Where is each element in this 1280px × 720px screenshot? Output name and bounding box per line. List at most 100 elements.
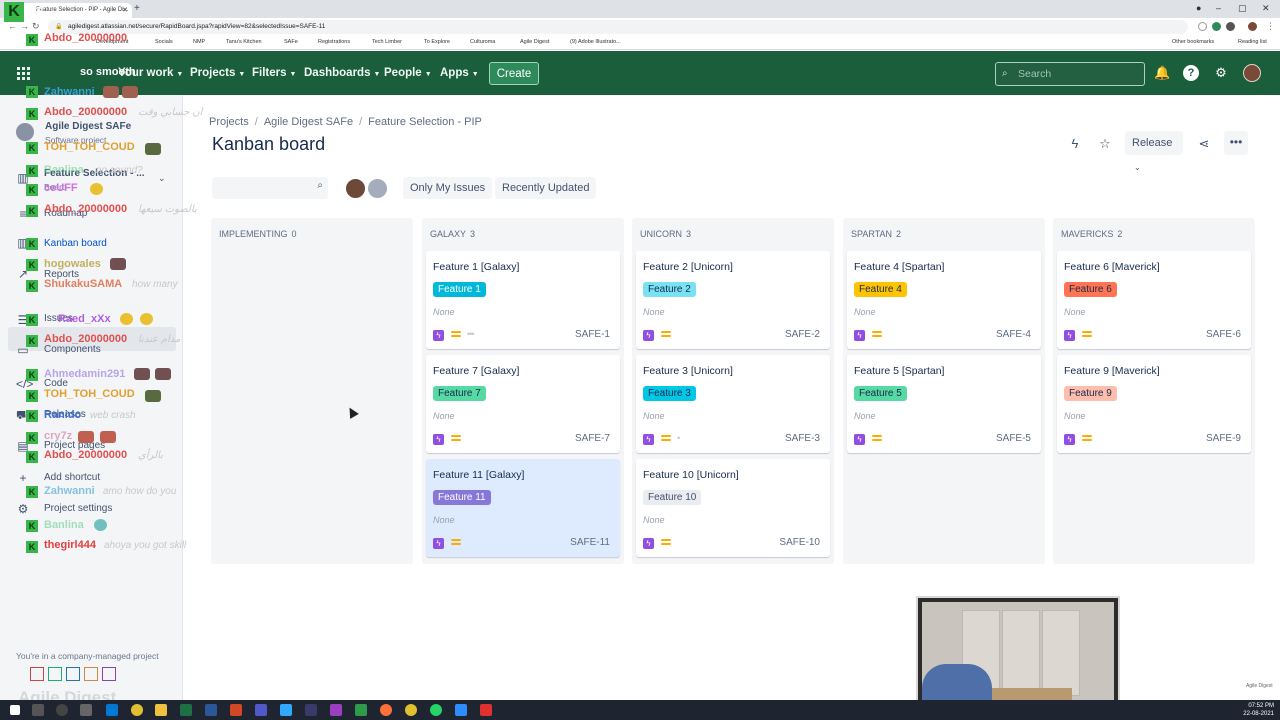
app-icon[interactable] — [480, 704, 492, 716]
bookmark[interactable]: Reading list — [1238, 39, 1267, 45]
zoom-icon[interactable] — [455, 704, 467, 716]
board-search-input[interactable]: ⌕ — [212, 177, 328, 199]
back-icon[interactable]: ← — [8, 21, 17, 31]
create-button[interactable]: Create — [489, 62, 539, 85]
sidebar-item-add-shortcut[interactable]: Add shortcut — [44, 472, 100, 483]
bookmark[interactable]: Socials — [155, 39, 173, 45]
notifications-icon[interactable]: 🔔 — [1154, 65, 1170, 81]
forward-icon[interactable]: → — [20, 21, 29, 31]
cortana-icon[interactable] — [56, 704, 68, 716]
breadcrumb-item[interactable]: Agile Digest SAFe — [264, 116, 353, 128]
app-icon[interactable] — [355, 704, 367, 716]
sidebar-item-kanban-board[interactable]: Kanban board — [44, 238, 107, 249]
bookmark[interactable]: Tanu's Kitchen — [226, 39, 262, 45]
issue-card[interactable]: Feature 11 [Galaxy] Feature 11 None ϟ SAFE-1… — [426, 459, 620, 557]
issue-key: SAFE-4 — [995, 329, 1031, 340]
bookmark[interactable]: NMP — [193, 39, 205, 45]
star-icon[interactable]: ☆ — [1097, 136, 1113, 152]
reload-icon[interactable]: ↻ — [32, 21, 40, 32]
maximize-icon[interactable]: ▢ — [1238, 3, 1247, 14]
address-bar[interactable]: 🔒 agiledigest.atlassian.net/secure/Rapid… — [48, 20, 1188, 34]
nav-people[interactable]: People ▼ — [384, 67, 432, 79]
start-icon[interactable] — [10, 705, 20, 715]
issue-card[interactable]: Feature 7 [Galaxy] Feature 7 None ϟ SAFE-7 — [426, 355, 620, 453]
photoshop-icon[interactable] — [280, 704, 292, 716]
whatsapp-icon[interactable] — [430, 704, 442, 716]
avatar[interactable] — [366, 177, 389, 200]
bookmark[interactable]: Agile Digest — [520, 39, 549, 45]
breadcrumb-item[interactable]: Projects — [209, 116, 249, 128]
more-actions-icon[interactable]: ••• — [1224, 131, 1248, 155]
help-icon[interactable]: ? — [1183, 65, 1199, 81]
word-icon[interactable] — [205, 704, 217, 716]
minimize-icon[interactable]: – — [1216, 3, 1221, 13]
nav-projects[interactable]: Projects ▼ — [190, 67, 245, 79]
lightning-icon[interactable]: ϟ — [1067, 136, 1083, 152]
issue-card[interactable]: Feature 5 [Spartan] Feature 5 None ϟ SAFE-5 — [847, 355, 1041, 453]
sidebar-item-components[interactable]: Components — [44, 344, 101, 355]
issue-card[interactable]: Feature 3 [Unicorn] Feature 3 None ϟ • SAFE-3 — [636, 355, 830, 453]
nav-dashboards[interactable]: Dashboards ▼ — [304, 67, 380, 79]
bookmark[interactable]: Registrations — [318, 39, 350, 45]
project-name[interactable]: Agile Digest SAFe — [45, 121, 131, 132]
powerpoint-icon[interactable] — [230, 704, 242, 716]
priority-medium-icon — [451, 539, 461, 547]
app-switcher-icon[interactable] — [17, 67, 30, 80]
close-window-icon[interactable]: ✕ — [1262, 3, 1270, 14]
bookmark[interactable]: To Explore — [424, 39, 450, 45]
issue-card[interactable]: Feature 2 [Unicorn] Feature 2 None ϟ SAFE-2 — [636, 251, 830, 349]
file-explorer-icon[interactable] — [155, 704, 167, 716]
onenote-icon[interactable] — [330, 704, 342, 716]
issue-card[interactable]: Feature 1 [Galaxy] Feature 1 None ϟ ••• SAFE-… — [426, 251, 620, 349]
share-icon[interactable]: ⋖ — [1196, 136, 1212, 152]
story-type-icon: ϟ — [643, 434, 654, 445]
issue-card[interactable]: Feature 10 [Unicorn] Feature 10 None ϟ SAFE-… — [636, 459, 830, 557]
app-icon[interactable] — [106, 704, 118, 716]
bookmark[interactable]: Tech Limber — [372, 39, 402, 45]
recently-updated-filter[interactable]: Recently Updated — [495, 177, 597, 199]
avatar[interactable] — [1248, 22, 1257, 31]
app-icon[interactable] — [305, 704, 317, 716]
puzzle-icon[interactable] — [1226, 22, 1235, 31]
chevron-down-icon[interactable]: ⌄ — [158, 173, 166, 184]
settings-gear-icon[interactable]: ⚙ — [1213, 65, 1229, 81]
teams-icon[interactable] — [255, 704, 267, 716]
nav-filters[interactable]: Filters ▼ — [252, 67, 296, 79]
extension-icon[interactable] — [1198, 22, 1207, 31]
search-icon[interactable] — [32, 704, 44, 716]
card-description: None — [433, 307, 455, 317]
excel-icon[interactable] — [180, 704, 192, 716]
issue-card[interactable]: Feature 9 [Maverick] Feature 9 None ϟ SAFE-9 — [1057, 355, 1251, 453]
chat-message: مدام عندنا — [138, 334, 181, 345]
taskbar-clock[interactable]: 07:52 PM 22-08-2021 — [1243, 702, 1274, 718]
close-tab-icon[interactable]: ✕ — [122, 3, 128, 18]
user-avatar[interactable] — [1243, 64, 1261, 82]
sidebar-item-project-settings[interactable]: Project settings — [44, 503, 112, 514]
card-description: None — [433, 411, 455, 421]
extension-icon[interactable] — [1212, 22, 1221, 31]
nav-apps[interactable]: Apps ▼ — [440, 67, 479, 79]
new-tab-icon[interactable]: + — [134, 3, 140, 14]
avatar[interactable] — [344, 177, 367, 200]
chat-username: Raed_xXx — [58, 313, 111, 325]
chrome-icon[interactable] — [405, 704, 417, 716]
task-view-icon[interactable] — [80, 704, 92, 716]
kebab-menu-icon[interactable]: ⋮ — [1266, 21, 1275, 32]
chat-username: Abdo_20000000 — [44, 106, 128, 118]
firefox-icon[interactable] — [380, 704, 392, 716]
chat-message: no sound? — [96, 165, 143, 176]
bookmark[interactable]: Other bookmarks — [1172, 39, 1214, 45]
bookmark[interactable]: Culturoma — [470, 39, 495, 45]
bookmark[interactable]: SAFe — [284, 39, 298, 45]
release-button[interactable]: Release ⌄ — [1125, 131, 1183, 172]
chrome-icon[interactable] — [131, 704, 143, 716]
profile-dot-icon[interactable]: ● — [1196, 3, 1201, 13]
issue-card[interactable]: Feature 6 [Maverick] Feature 6 None ϟ SAFE-6 — [1057, 251, 1251, 349]
issue-card[interactable]: Feature 4 [Spartan] Feature 4 None ϟ SAFE-4 — [847, 251, 1041, 349]
search-input[interactable]: ⌕ Search — [995, 62, 1145, 86]
column-header-row: GALAXY 3 — [430, 229, 475, 239]
only-my-issues-filter[interactable]: Only My Issues — [403, 177, 493, 199]
breadcrumb-item[interactable]: Feature Selection - PIP — [368, 116, 482, 128]
bookmark[interactable]: (9) Adobe Illustrato... — [570, 39, 621, 45]
card-title: Feature 3 [Unicorn] — [643, 365, 733, 377]
